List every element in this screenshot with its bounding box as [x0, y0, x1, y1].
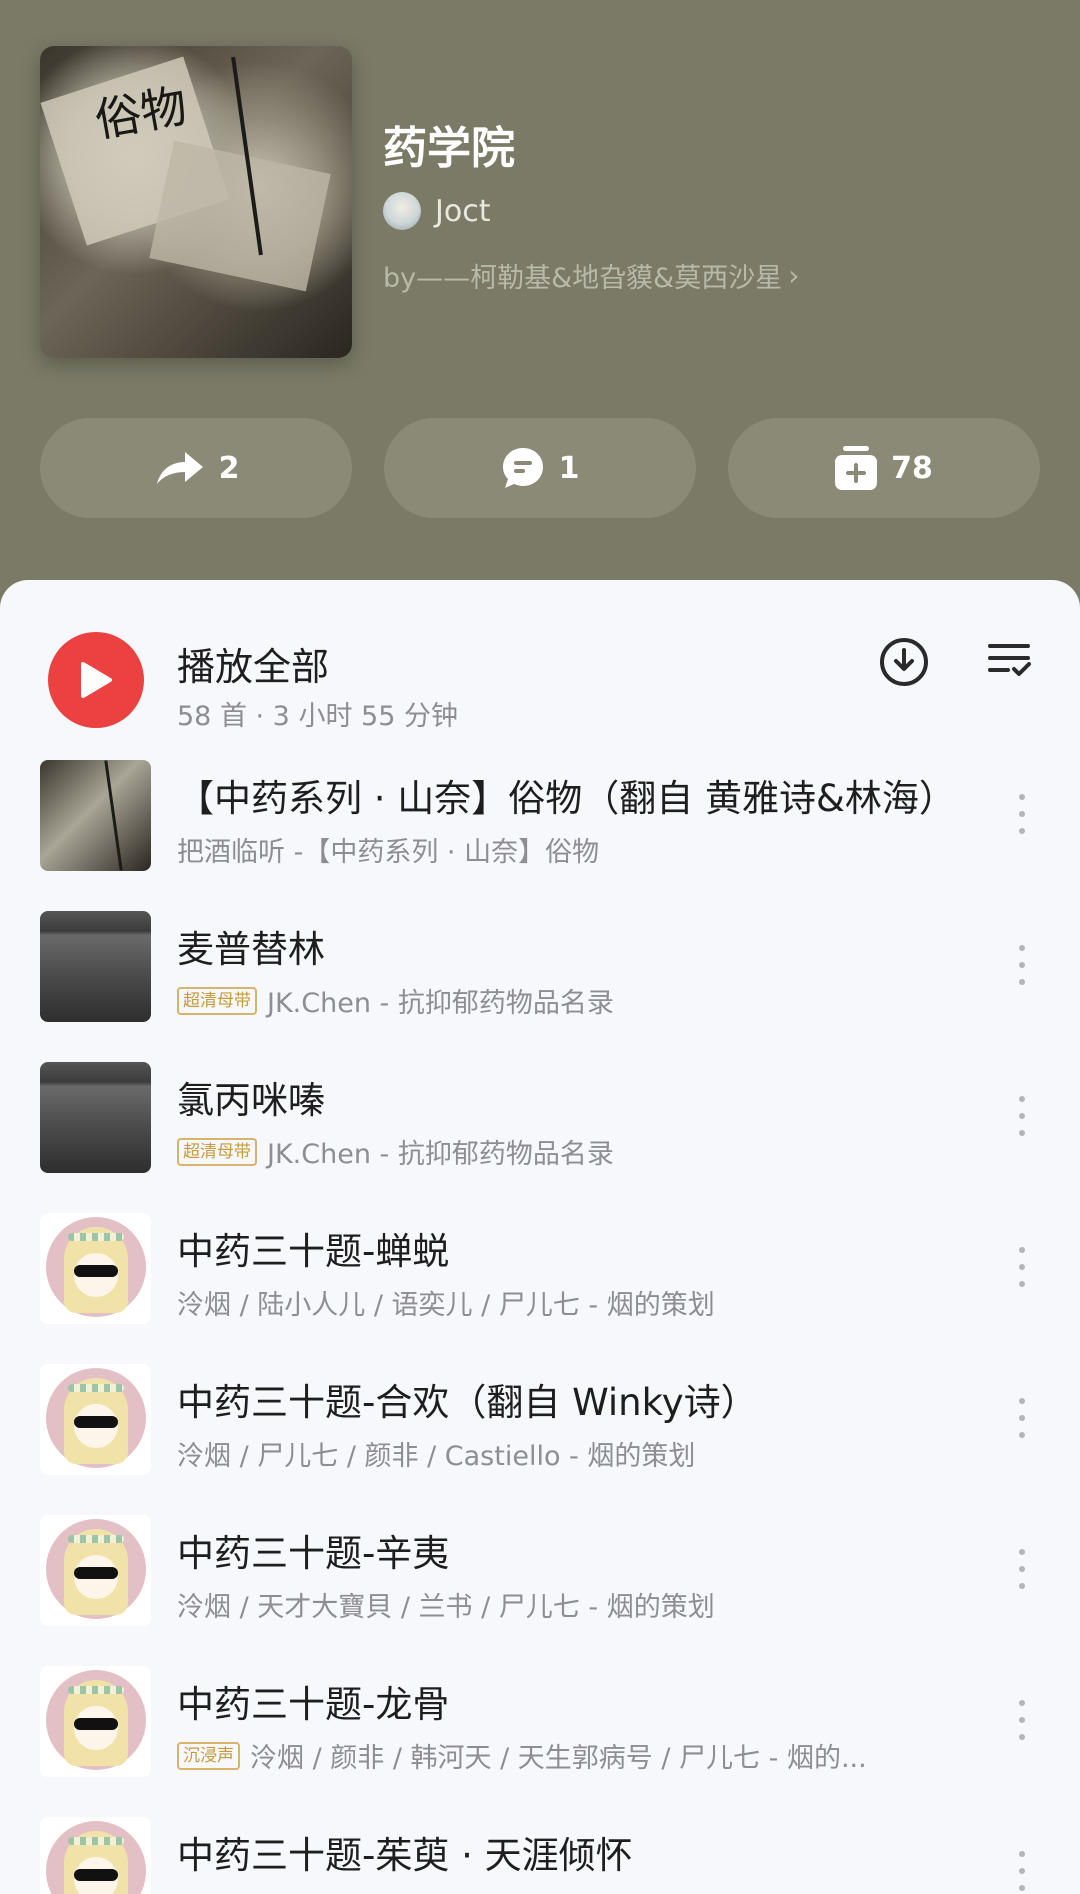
- song-artist-album: JK.Chen - 抗抑郁药物品名录: [267, 988, 614, 1019]
- comment-bubble-icon: [502, 448, 543, 488]
- playlist-description[interactable]: by——柯勒基&地旮貘&莫西沙星 ›: [383, 256, 799, 295]
- collect-plus-icon: [835, 446, 878, 490]
- song-cover: [40, 911, 151, 1022]
- share-count: 2: [218, 450, 240, 486]
- song-title: 麦普替林: [177, 928, 325, 971]
- song-title: 【中药系列 · 山奈】俗物（翻自 黄雅诗&林海）: [177, 777, 956, 820]
- song-row[interactable]: 中药三十题-茱萸 · 天涯倾怀: [0, 1815, 1080, 1894]
- comment-count: 1: [558, 450, 580, 486]
- creator-row[interactable]: Joct: [383, 192, 490, 230]
- song-cover: [40, 1213, 151, 1324]
- comment-button[interactable]: 1: [384, 418, 696, 518]
- creator-name[interactable]: Joct: [435, 194, 490, 229]
- share-arrow-icon: [156, 452, 203, 484]
- play-all-summary: 58 首 · 3 小时 55 分钟: [177, 701, 458, 732]
- song-cover: [40, 1364, 151, 1475]
- description-text: by——柯勒基&地旮貘&莫西沙星: [383, 263, 783, 294]
- song-cover: [40, 760, 151, 871]
- creator-avatar[interactable]: [383, 192, 421, 230]
- song-subtitle: 泠烟 / 天才大寶貝 / 兰书 / 尸儿七 - 烟的策划: [177, 1585, 715, 1624]
- cover-paper: [149, 140, 331, 292]
- play-all-button[interactable]: [48, 632, 144, 728]
- more-vertical-icon[interactable]: [1016, 1549, 1028, 1589]
- song-row[interactable]: 中药三十题-蝉蜕 泠烟 / 陆小人儿 / 语奕儿 / 尸儿七 - 烟的策划: [0, 1211, 1080, 1362]
- play-all-label[interactable]: 播放全部: [177, 636, 329, 691]
- more-vertical-icon[interactable]: [1016, 1851, 1028, 1891]
- song-title: 中药三十题-蝉蜕: [177, 1230, 450, 1273]
- song-artist-album: 把酒临听 -【中药系列 · 山奈】俗物: [177, 837, 600, 868]
- download-icon[interactable]: [876, 634, 932, 690]
- share-button[interactable]: 2: [40, 418, 352, 518]
- song-row[interactable]: 麦普替林 超清母带 JK.Chen - 抗抑郁药物品名录: [0, 909, 1080, 1060]
- collect-button[interactable]: 78: [728, 418, 1040, 518]
- song-subtitle: 泠烟 / 尸儿七 / 颜非 / Castiello - 烟的策划: [177, 1434, 695, 1473]
- play-all-row[interactable]: 播放全部 58 首 · 3 小时 55 分钟: [0, 580, 1080, 740]
- song-row[interactable]: 中药三十题-龙骨 沉浸声 泠烟 / 颜非 / 韩河天 / 天生郭病号 / 尸儿七…: [0, 1664, 1080, 1815]
- playlist-cover[interactable]: 俗物: [40, 46, 352, 358]
- song-row[interactable]: 中药三十题-辛夷 泠烟 / 天才大寶貝 / 兰书 / 尸儿七 - 烟的策划: [0, 1513, 1080, 1664]
- song-list-sheet: 播放全部 58 首 · 3 小时 55 分钟 【中药系列 · 山奈】俗物（翻自 …: [0, 580, 1080, 1894]
- song-artist-album: JK.Chen - 抗抑郁药物品名录: [267, 1139, 614, 1170]
- action-bar: 2 1 78: [40, 418, 1040, 518]
- chevron-right-icon: ›: [788, 259, 800, 292]
- song-title: 中药三十题-辛夷: [177, 1532, 450, 1575]
- song-cover: [40, 1817, 151, 1894]
- more-vertical-icon[interactable]: [1016, 945, 1028, 985]
- more-vertical-icon[interactable]: [1016, 1247, 1028, 1287]
- song-row[interactable]: 氯丙咪嗪 超清母带 JK.Chen - 抗抑郁药物品名录: [0, 1060, 1080, 1211]
- song-title: 中药三十题-茱萸 · 天涯倾怀: [177, 1834, 633, 1877]
- song-subtitle: 超清母带 JK.Chen - 抗抑郁药物品名录: [177, 981, 614, 1020]
- playlist-title: 药学院: [383, 123, 515, 174]
- song-cover: [40, 1666, 151, 1777]
- song-row[interactable]: 【中药系列 · 山奈】俗物（翻自 黄雅诗&林海） 把酒临听 -【中药系列 · 山…: [0, 758, 1080, 909]
- song-subtitle: 泠烟 / 陆小人儿 / 语奕儿 / 尸儿七 - 烟的策划: [177, 1283, 715, 1322]
- song-title: 中药三十题-龙骨: [177, 1683, 450, 1726]
- more-vertical-icon[interactable]: [1016, 1398, 1028, 1438]
- play-icon: [81, 662, 112, 698]
- more-vertical-icon[interactable]: [1016, 794, 1028, 834]
- song-title: 氯丙咪嗪: [177, 1079, 325, 1122]
- song-subtitle: 把酒临听 -【中药系列 · 山奈】俗物: [177, 830, 599, 869]
- song-subtitle: 超清母带 JK.Chen - 抗抑郁药物品名录: [177, 1132, 614, 1171]
- more-vertical-icon[interactable]: [1016, 1700, 1028, 1740]
- song-artist-album: 泠烟 / 天才大寶貝 / 兰书 / 尸儿七 - 烟的策划: [177, 1592, 715, 1623]
- collect-count: 78: [891, 450, 933, 486]
- song-row[interactable]: 中药三十题-合欢（翻自 Winky诗） 泠烟 / 尸儿七 / 颜非 / Cast…: [0, 1362, 1080, 1513]
- quality-badge: 超清母带: [177, 1137, 257, 1166]
- quality-badge: 超清母带: [177, 986, 257, 1015]
- song-artist-album: 泠烟 / 陆小人儿 / 语奕儿 / 尸儿七 - 烟的策划: [177, 1290, 715, 1321]
- more-vertical-icon[interactable]: [1016, 1096, 1028, 1136]
- song-cover: [40, 1515, 151, 1626]
- song-title: 中药三十题-合欢（翻自 Winky诗）: [177, 1381, 758, 1424]
- song-artist-album: 泠烟 / 颜非 / 韩河天 / 天生郭病号 / 尸儿七 - 烟的...: [250, 1743, 867, 1774]
- song-cover: [40, 1062, 151, 1173]
- multi-select-icon[interactable]: [986, 636, 1034, 684]
- playlist-header: 俗物 药学院 Joct by——柯勒基&地旮貘&莫西沙星 › 2 1 78: [0, 0, 1080, 600]
- song-artist-album: 泠烟 / 尸儿七 / 颜非 / Castiello - 烟的策划: [177, 1441, 696, 1472]
- quality-badge: 沉浸声: [177, 1741, 240, 1770]
- song-list: 【中药系列 · 山奈】俗物（翻自 黄雅诗&林海） 把酒临听 -【中药系列 · 山…: [0, 758, 1080, 1894]
- song-subtitle: 沉浸声 泠烟 / 颜非 / 韩河天 / 天生郭病号 / 尸儿七 - 烟的...: [177, 1736, 867, 1775]
